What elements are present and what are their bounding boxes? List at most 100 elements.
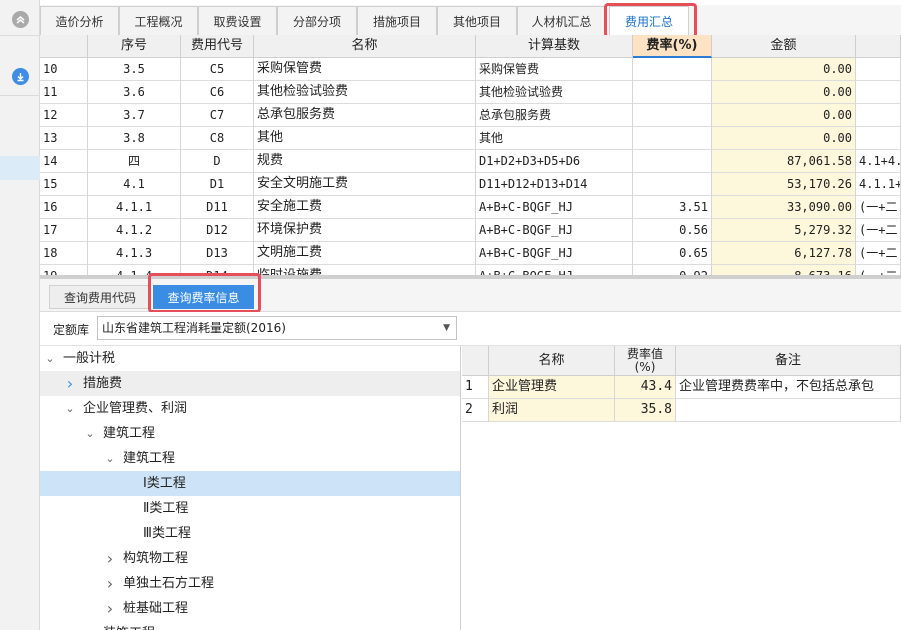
tree-node[interactable]: ⌄ 建筑工程: [40, 421, 460, 446]
header-seq[interactable]: 序号: [88, 35, 181, 58]
rate-row-number[interactable]: 2: [462, 399, 489, 422]
row-name[interactable]: 规费: [254, 150, 476, 173]
chevron-down-icon[interactable]: ⌄: [83, 621, 97, 630]
download-icon[interactable]: [12, 68, 29, 85]
rate-header-note[interactable]: 备注: [676, 346, 901, 376]
row-amount[interactable]: 0.00: [712, 104, 856, 127]
rate-row-note[interactable]: 企业管理费费率中，不包括总承包: [676, 376, 901, 399]
row-seq[interactable]: 4.1.3: [88, 242, 181, 265]
row-number[interactable]: 15: [40, 173, 88, 196]
quota-library-select[interactable]: 山东省建筑工程消耗量定额(2016) ▼: [97, 316, 457, 340]
row-note[interactable]: (一+二: [856, 242, 901, 265]
row-seq[interactable]: 3.8: [88, 127, 181, 150]
row-number[interactable]: 14: [40, 150, 88, 173]
tree-node[interactable]: ⌄ 建筑工程: [40, 446, 460, 471]
tree-node[interactable]: › 桩基础工程: [40, 596, 460, 621]
tree-node[interactable]: Ⅱ类工程: [40, 496, 460, 521]
table-row[interactable]: 18 4.1.3 D13 文明施工费 A+B+C-BQGF_HJ 0.65 6,127.78…: [40, 242, 901, 265]
rate-row-value[interactable]: 43.4: [615, 376, 676, 399]
row-amount[interactable]: 8,673.16: [712, 265, 856, 275]
row-name[interactable]: 临时设施费: [254, 265, 476, 275]
row-amount[interactable]: 0.00: [712, 81, 856, 104]
row-base[interactable]: D1+D2+D3+D5+D6: [476, 150, 633, 173]
table-row[interactable]: 12 3.7 C7 总承包服务费 总承包服务费 0.00: [40, 104, 901, 127]
tab-labor-material-summary[interactable]: 人材机汇总: [517, 6, 606, 36]
row-seq[interactable]: 3.5: [88, 58, 181, 81]
row-rate[interactable]: 0.92: [633, 265, 712, 275]
row-base[interactable]: 采购保管费: [476, 58, 633, 81]
chevron-down-icon[interactable]: ⌄: [63, 396, 77, 421]
rate-row-note[interactable]: [676, 399, 901, 422]
row-note[interactable]: (一+二: [856, 219, 901, 242]
row-name[interactable]: 其他: [254, 127, 476, 150]
row-amount[interactable]: 5,279.32: [712, 219, 856, 242]
rate-row-value[interactable]: 35.8: [615, 399, 676, 422]
tab-project-overview[interactable]: 工程概况: [119, 6, 198, 36]
row-seq[interactable]: 3.7: [88, 104, 181, 127]
row-name[interactable]: 其他检验试验费: [254, 81, 476, 104]
tree-node[interactable]: ⌄ 装饰工程: [40, 621, 460, 630]
row-code[interactable]: D11: [181, 196, 254, 219]
chevron-down-icon[interactable]: ⌄: [43, 346, 57, 371]
table-row[interactable]: 10 3.5 C5 采购保管费 采购保管费 0.00: [40, 58, 901, 81]
header-amount[interactable]: 金额: [712, 35, 856, 58]
row-amount[interactable]: 0.00: [712, 127, 856, 150]
row-amount[interactable]: 6,127.78: [712, 242, 856, 265]
rate-row-name[interactable]: 利润: [489, 399, 615, 422]
tab-query-fee-code[interactable]: 查询费用代码: [49, 285, 151, 309]
header-code[interactable]: 费用代号: [181, 35, 254, 58]
row-number[interactable]: 16: [40, 196, 88, 219]
row-rate[interactable]: [633, 173, 712, 196]
row-rate[interactable]: [633, 150, 712, 173]
row-base[interactable]: 其他: [476, 127, 633, 150]
row-code[interactable]: D12: [181, 219, 254, 242]
row-name[interactable]: 总承包服务费: [254, 104, 476, 127]
row-number[interactable]: 18: [40, 242, 88, 265]
table-row[interactable]: 13 3.8 C8 其他 其他 0.00: [40, 127, 901, 150]
table-row[interactable]: 1 企业管理费 43.4 企业管理费费率中，不包括总承包: [462, 376, 901, 399]
row-note[interactable]: [856, 58, 901, 81]
rate-row-number[interactable]: 1: [462, 376, 489, 399]
table-row[interactable]: 2 利润 35.8: [462, 399, 901, 422]
rate-header-name[interactable]: 名称: [489, 346, 615, 376]
row-note[interactable]: (一+二: [856, 196, 901, 219]
row-base[interactable]: 总承包服务费: [476, 104, 633, 127]
chevron-down-icon[interactable]: ⌄: [83, 421, 97, 446]
table-row[interactable]: 14 四 D 规费 D1+D2+D3+D5+D6 87,061.58 4.1+4.: [40, 150, 901, 173]
row-rate[interactable]: 3.51: [633, 196, 712, 219]
row-number[interactable]: 17: [40, 219, 88, 242]
row-note[interactable]: [856, 127, 901, 150]
row-rate[interactable]: [633, 104, 712, 127]
row-number[interactable]: 11: [40, 81, 88, 104]
row-note[interactable]: [856, 104, 901, 127]
row-code[interactable]: D1: [181, 173, 254, 196]
row-note[interactable]: 4.1+4.: [856, 150, 901, 173]
row-rate[interactable]: 0.65: [633, 242, 712, 265]
header-rate[interactable]: 费率(%): [633, 35, 712, 58]
row-amount[interactable]: 0.00: [712, 58, 856, 81]
tab-sub-items[interactable]: 分部分项: [277, 6, 357, 36]
row-code[interactable]: C7: [181, 104, 254, 127]
row-number[interactable]: 10: [40, 58, 88, 81]
row-seq[interactable]: 4.1.2: [88, 219, 181, 242]
row-rate[interactable]: [633, 127, 712, 150]
row-base[interactable]: 其他检验试验费: [476, 81, 633, 104]
chevron-right-icon[interactable]: ›: [103, 596, 117, 621]
row-base[interactable]: D11+D12+D13+D14: [476, 173, 633, 196]
row-base[interactable]: A+B+C-BQGF_HJ: [476, 196, 633, 219]
tab-cost-analysis[interactable]: 造价分析: [40, 6, 119, 36]
chevron-down-icon[interactable]: ⌄: [103, 446, 117, 471]
tree-node[interactable]: › 单独土石方工程: [40, 571, 460, 596]
chevron-right-icon[interactable]: ›: [103, 546, 117, 571]
row-seq[interactable]: 四: [88, 150, 181, 173]
row-name[interactable]: 安全施工费: [254, 196, 476, 219]
tab-fee-settings[interactable]: 取费设置: [198, 6, 277, 36]
tree-node[interactable]: ⌄ 一般计税: [40, 346, 460, 371]
row-code[interactable]: D13: [181, 242, 254, 265]
row-note[interactable]: [856, 81, 901, 104]
row-rate[interactable]: [633, 58, 712, 81]
row-code[interactable]: C6: [181, 81, 254, 104]
row-base[interactable]: A+B+C-BQGF_HJ: [476, 242, 633, 265]
collapse-icon[interactable]: [12, 11, 29, 28]
tab-other-items[interactable]: 其他项目: [437, 6, 517, 36]
